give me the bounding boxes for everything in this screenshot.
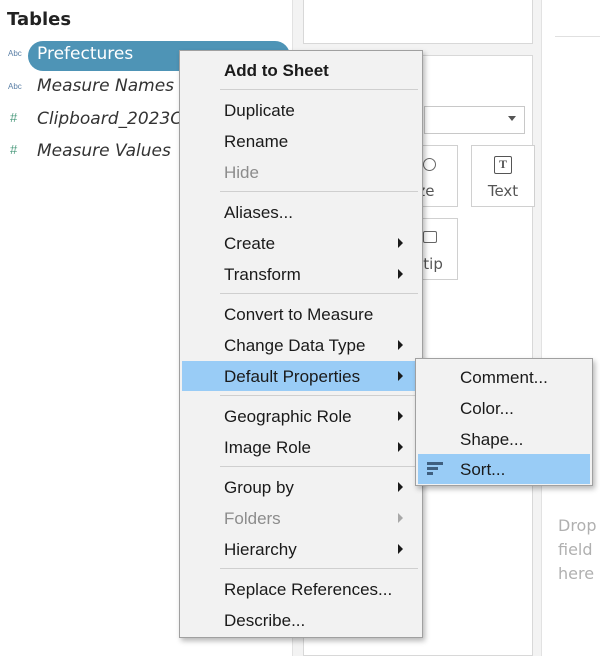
menu-item-default-properties[interactable]: Default Properties <box>182 361 420 391</box>
menu-item-create[interactable]: Create <box>182 228 420 258</box>
menu-item-add-to-sheet[interactable]: Add to Sheet <box>182 55 420 85</box>
chevron-right-icon <box>398 482 403 492</box>
menu-separator <box>220 395 418 396</box>
field-name: Prefectures <box>37 44 134 64</box>
field-name: Measure Values <box>37 141 171 161</box>
tables-title: Tables <box>7 9 72 30</box>
menu-separator <box>220 568 418 569</box>
menu-item-replace-references[interactable]: Replace References... <box>182 574 420 604</box>
menu-item-describe[interactable]: Describe... <box>182 605 420 635</box>
chevron-right-icon <box>398 340 403 350</box>
size-icon <box>423 158 436 171</box>
menu-item-group-by[interactable]: Group by <box>182 472 420 502</box>
chevron-right-icon <box>398 513 403 523</box>
submenu-item-color[interactable]: Color... <box>418 393 590 423</box>
menu-item-geographic-role[interactable]: Geographic Role <box>182 401 420 431</box>
menu-separator <box>220 293 418 294</box>
chevron-right-icon <box>398 371 403 381</box>
sort-icon <box>427 462 443 476</box>
submenu-item-comment[interactable]: Comment... <box>418 362 590 392</box>
number-type-icon: # <box>10 142 18 157</box>
menu-item-hierarchy[interactable]: Hierarchy <box>182 534 420 564</box>
field-name: Clipboard_2023C <box>37 109 183 129</box>
menu-item-transform[interactable]: Transform <box>182 259 420 289</box>
menu-separator <box>220 466 418 467</box>
menu-item-duplicate[interactable]: Duplicate <box>182 95 420 125</box>
submenu-item-shape[interactable]: Shape... <box>418 424 590 454</box>
text-icon: T <box>494 156 512 174</box>
chevron-right-icon <box>398 544 403 554</box>
field-name: Measure Names <box>37 76 175 96</box>
field-context-menu: Add to Sheet Duplicate Rename Hide Alias… <box>179 50 423 638</box>
menu-item-change-data-type[interactable]: Change Data Type <box>182 330 420 360</box>
menu-separator <box>220 191 418 192</box>
filters-shelf[interactable] <box>303 0 533 44</box>
menu-item-aliases[interactable]: Aliases... <box>182 197 420 227</box>
submenu-item-sort[interactable]: Sort... <box>418 454 590 484</box>
chevron-right-icon <box>398 269 403 279</box>
drop-field-hint: Drop field here <box>558 516 597 583</box>
chevron-right-icon <box>398 442 403 452</box>
menu-item-folders: Folders <box>182 503 420 533</box>
number-type-icon: # <box>10 110 18 125</box>
tooltip-icon <box>423 231 437 243</box>
view-canvas[interactable]: Drop field here <box>543 0 600 656</box>
menu-item-hide: Hide <box>224 163 259 182</box>
string-type-icon: Abc <box>8 49 22 58</box>
menu-separator <box>220 89 418 90</box>
text-mark-button[interactable]: T Text <box>471 145 535 207</box>
string-type-icon: Abc <box>8 82 22 91</box>
menu-item-rename[interactable]: Rename <box>182 126 420 156</box>
menu-item-image-role[interactable]: Image Role <box>182 432 420 462</box>
chevron-right-icon <box>398 238 403 248</box>
view-divider <box>555 36 600 37</box>
menu-item-convert-to-measure[interactable]: Convert to Measure <box>182 299 420 329</box>
chevron-down-icon <box>508 116 516 121</box>
text-label: Text <box>487 182 519 200</box>
default-properties-submenu: Comment... Color... Shape... Sort... <box>415 358 593 486</box>
mark-type-dropdown[interactable] <box>424 106 525 134</box>
chevron-right-icon <box>398 411 403 421</box>
